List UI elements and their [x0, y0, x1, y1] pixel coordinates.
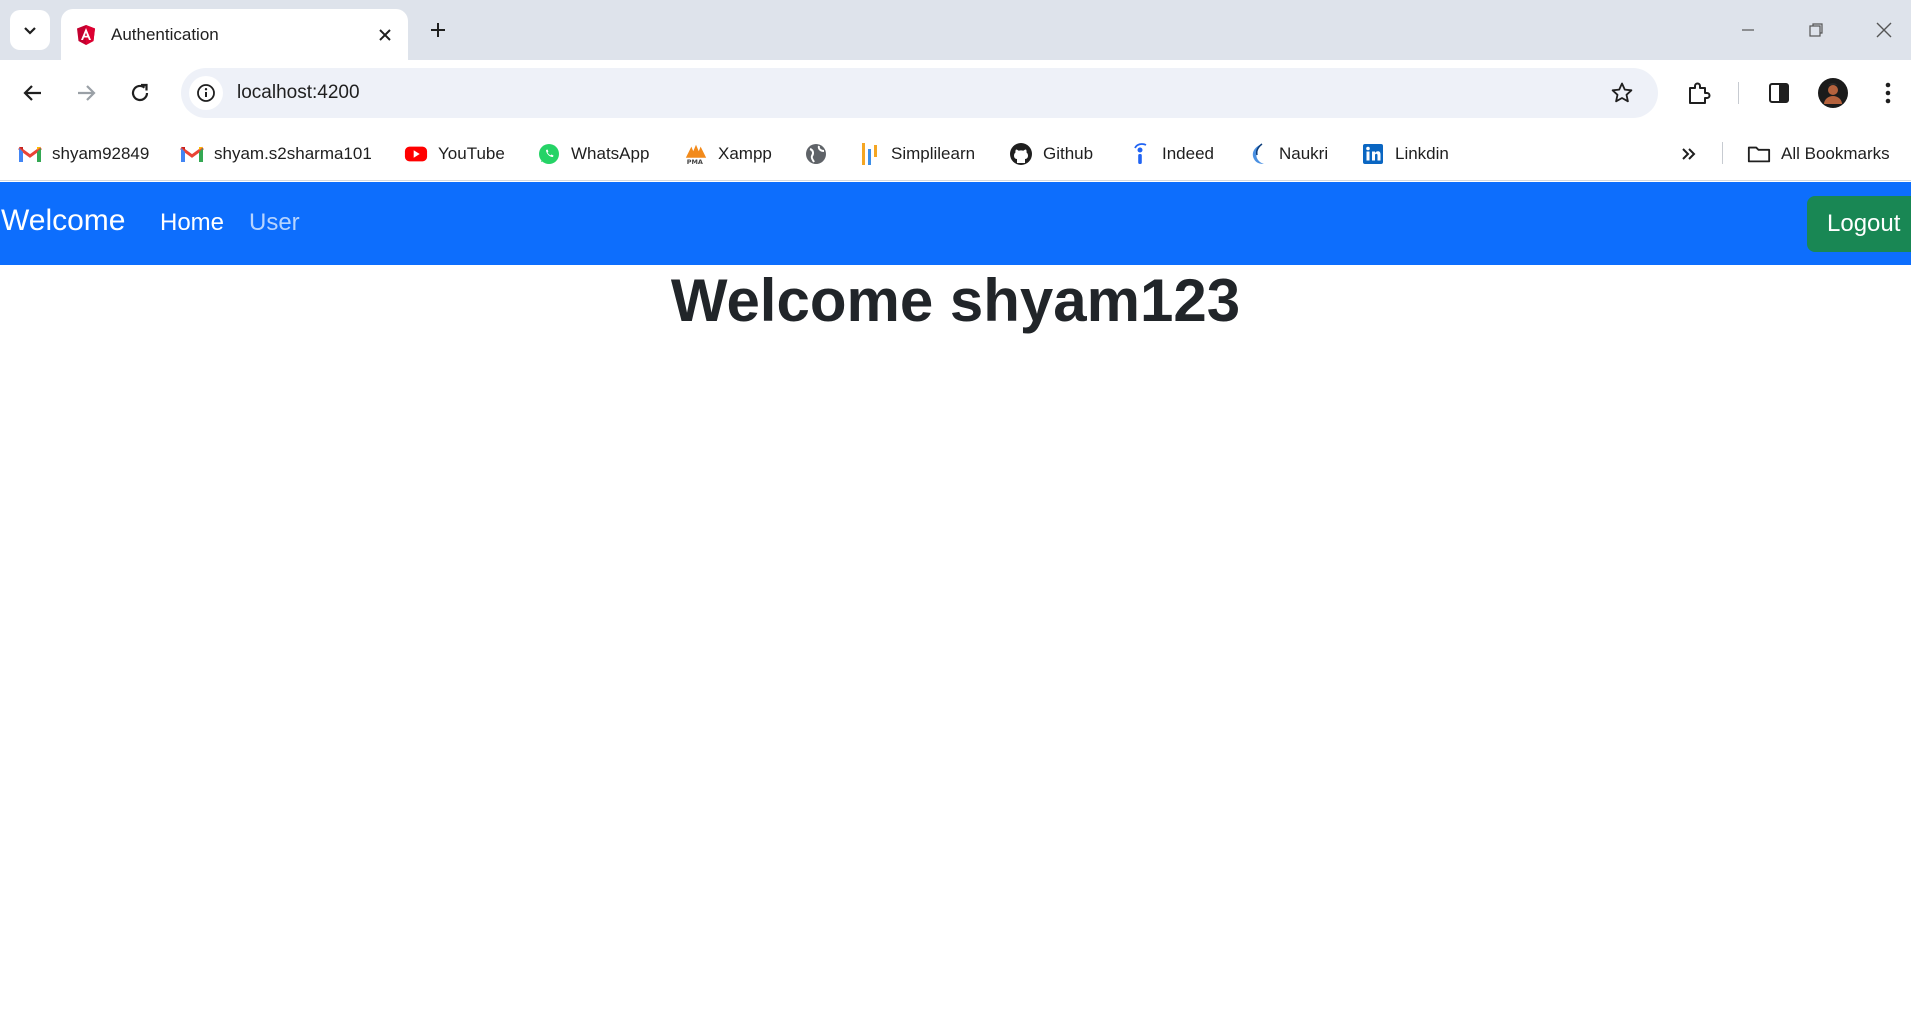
extensions-button[interactable]: [1681, 75, 1717, 111]
browser-toolbar: localhost:4200: [0, 60, 1911, 126]
forward-button[interactable]: [68, 75, 104, 111]
xampp-icon: PMA: [684, 142, 708, 166]
gmail-icon: [180, 142, 204, 166]
nav-link-user[interactable]: User: [249, 209, 300, 237]
close-icon: [1876, 22, 1892, 38]
whatsapp-icon: [537, 142, 561, 166]
puzzle-icon: [1689, 82, 1711, 104]
restore-icon: [1809, 23, 1823, 37]
restore-button[interactable]: [1794, 12, 1838, 48]
bookmark-star-icon[interactable]: [1604, 75, 1640, 111]
bookmark-label: Simplilearn: [891, 144, 976, 163]
reload-icon: [131, 83, 149, 102]
bookmark-item[interactable]: YouTube: [404, 140, 505, 168]
folder-icon: [1747, 142, 1771, 166]
tab-active[interactable]: Authentication: [61, 9, 408, 60]
bookmark-label: Indeed: [1162, 144, 1214, 163]
profile-avatar[interactable]: [1815, 75, 1851, 111]
reload-button[interactable]: [122, 75, 158, 111]
bookmark-item[interactable]: PMA Xampp: [684, 140, 772, 168]
indeed-icon: [1128, 142, 1152, 166]
plus-icon: [431, 23, 445, 37]
chevron-down-icon: [24, 27, 36, 35]
bookmark-item[interactable]: shyam92849: [18, 140, 149, 168]
avatar-icon: [1818, 78, 1848, 108]
all-bookmarks-button[interactable]: All Bookmarks: [1747, 140, 1890, 168]
svg-text:PMA: PMA: [687, 158, 703, 166]
browser-menu-button[interactable]: [1870, 75, 1906, 111]
back-button[interactable]: [15, 75, 51, 111]
app-navbar: Welcome Home User Logout: [0, 182, 1911, 265]
logout-button[interactable]: Logout: [1807, 196, 1911, 252]
bookmarks-overflow-button[interactable]: [1677, 140, 1711, 168]
bookmark-label: Naukri: [1279, 144, 1329, 163]
youtube-icon: [404, 142, 428, 166]
close-window-button[interactable]: [1862, 12, 1906, 48]
double-chevron-right-icon: [1677, 142, 1701, 166]
logout-label: Logout: [1827, 210, 1901, 237]
tab-title: Authentication: [111, 24, 219, 44]
nav-link-home[interactable]: Home: [160, 209, 224, 237]
tab-search-button[interactable]: [10, 10, 50, 50]
angular-icon: [73, 22, 99, 48]
arrow-right-icon: [78, 85, 96, 101]
bookmark-item[interactable]: [804, 140, 838, 168]
simplilearn-icon: [857, 142, 881, 166]
page-title: Welcome shyam123: [670, 267, 1241, 334]
globe-icon: [804, 142, 828, 166]
github-icon: [1009, 142, 1033, 166]
bookmark-label: Xampp: [718, 144, 772, 163]
site-info-icon[interactable]: [189, 76, 223, 110]
bookmark-item[interactable]: Simplilearn: [857, 140, 975, 168]
bookmark-item[interactable]: Github: [1009, 140, 1093, 168]
linkedin-icon: [1361, 142, 1385, 166]
address-bar[interactable]: localhost:4200: [181, 68, 1658, 118]
arrow-left-icon: [23, 85, 41, 101]
bookmarks-separator: [1722, 142, 1723, 164]
bookmark-item[interactable]: Linkdin: [1361, 140, 1449, 168]
minimize-button[interactable]: [1726, 12, 1770, 48]
minimize-icon: [1742, 29, 1754, 31]
bookmark-label: YouTube: [438, 144, 505, 163]
bookmark-label: shyam.s2sharma101: [214, 144, 372, 163]
bookmark-item[interactable]: WhatsApp: [537, 140, 649, 168]
bookmark-item[interactable]: Indeed: [1128, 140, 1214, 168]
kebab-menu-icon: [1885, 82, 1891, 104]
bookmark-label: shyam92849: [52, 144, 150, 163]
bookmark-item[interactable]: Naukri: [1245, 140, 1328, 168]
side-panel-button[interactable]: [1761, 75, 1797, 111]
bookmarks-bar: shyam92849 shyam.s2sharma101 YouTube Wha…: [0, 126, 1911, 181]
tab-strip: Authentication: [0, 0, 1911, 60]
url-text[interactable]: localhost:4200: [237, 82, 1604, 104]
browser-chrome: Authentication localhost:4200 shyam92849…: [0, 0, 1911, 181]
gmail-icon: [18, 142, 42, 166]
new-tab-button[interactable]: [422, 14, 454, 46]
toolbar-separator: [1738, 82, 1739, 104]
side-panel-icon: [1769, 83, 1789, 103]
bookmark-label: Linkdin: [1395, 144, 1449, 163]
navbar-brand[interactable]: Welcome: [1, 204, 125, 238]
naukri-icon: [1245, 142, 1269, 166]
close-tab-icon[interactable]: [370, 20, 400, 50]
all-bookmarks-label: All Bookmarks: [1781, 144, 1890, 163]
bookmark-label: WhatsApp: [571, 144, 650, 163]
bookmark-label: Github: [1043, 144, 1094, 163]
bookmark-item[interactable]: shyam.s2sharma101: [180, 140, 372, 168]
